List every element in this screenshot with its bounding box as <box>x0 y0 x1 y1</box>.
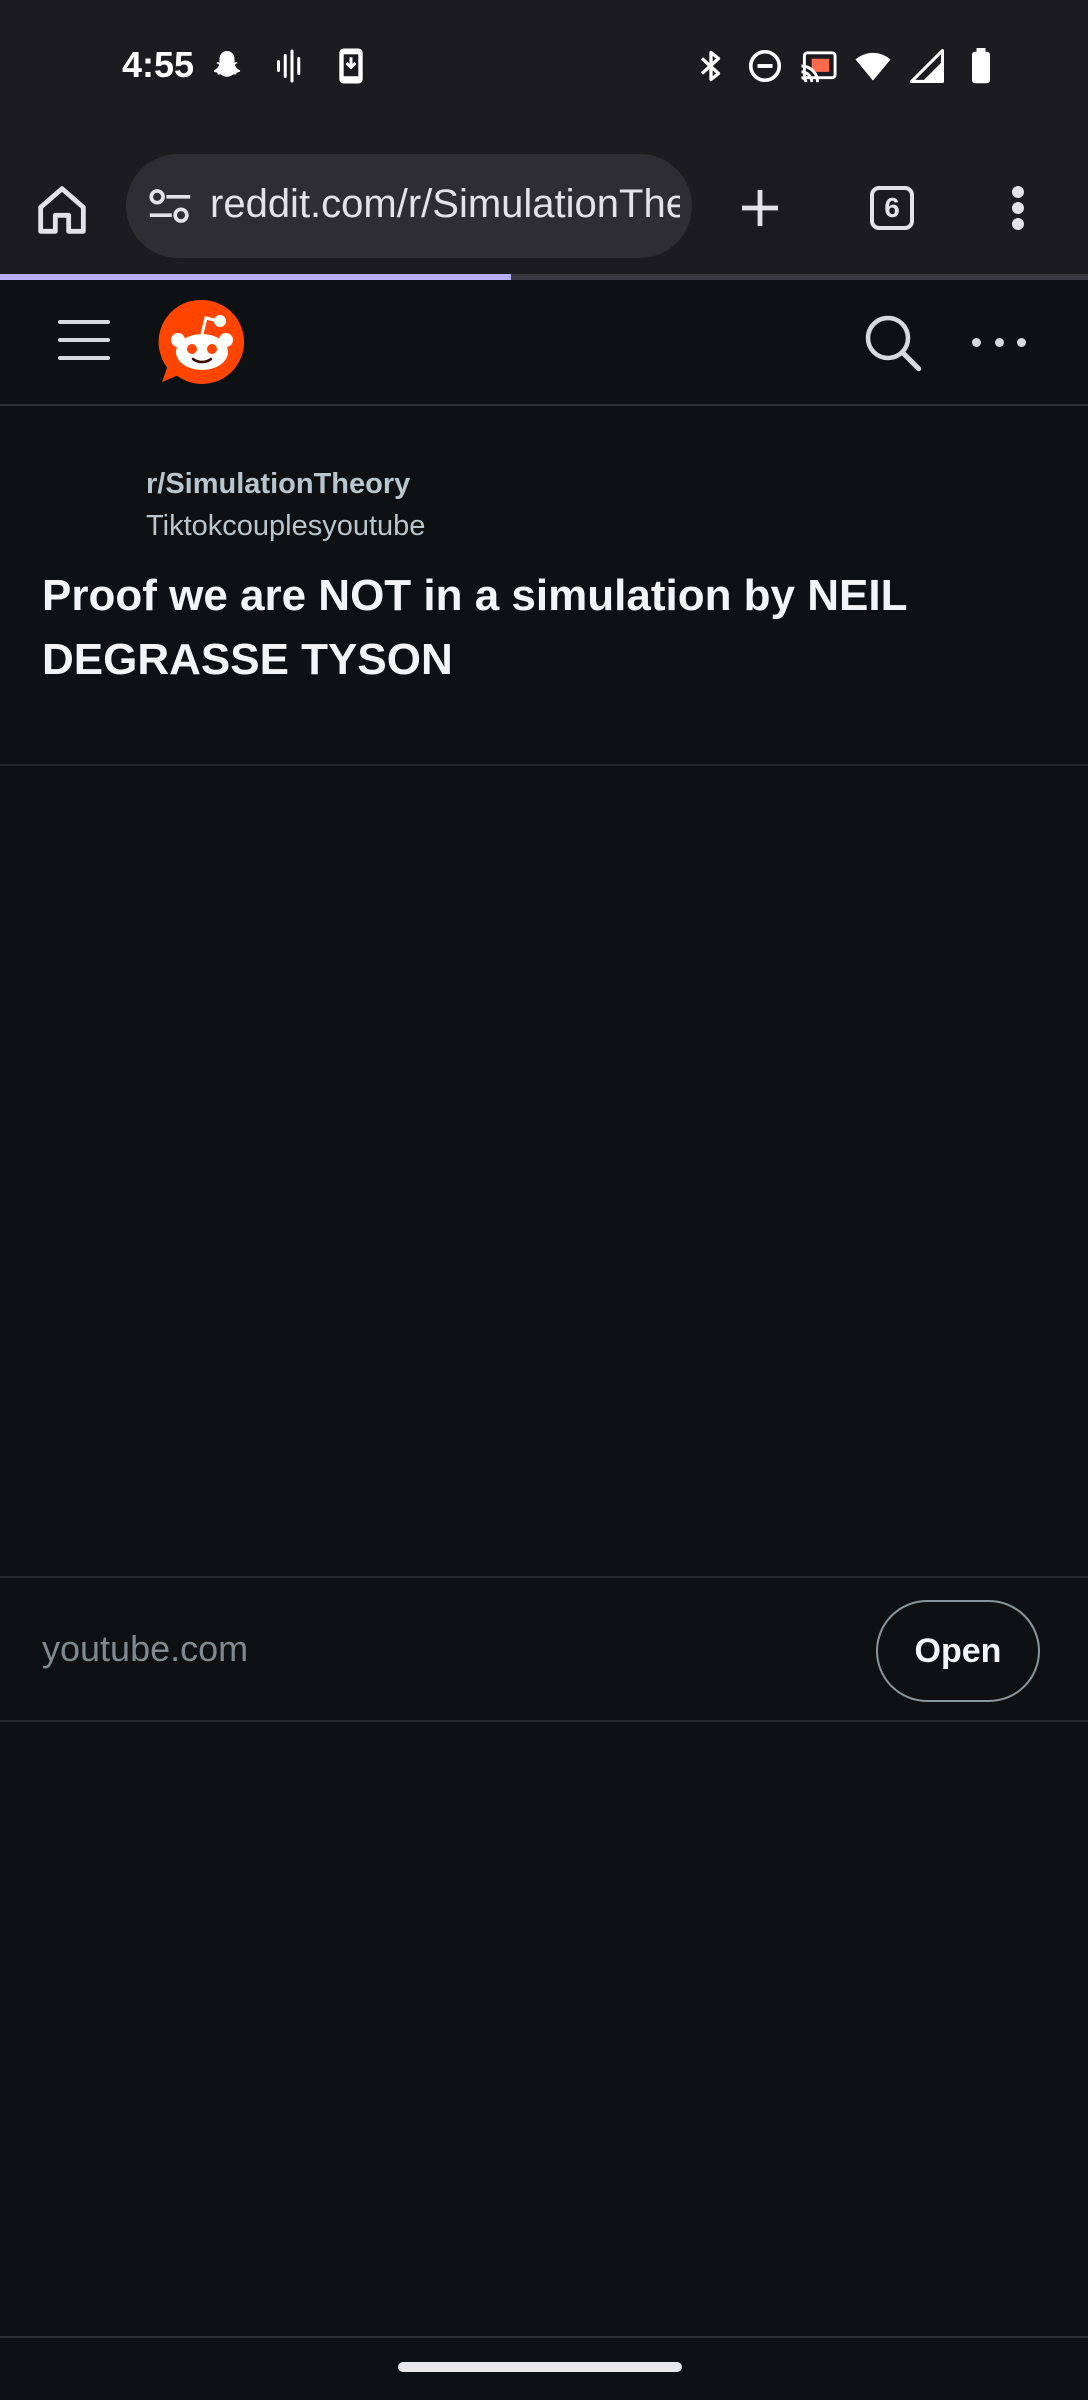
open-button[interactable]: Open <box>876 1600 1040 1702</box>
url-text[interactable]: reddit.com/r/SimulationTheory <box>210 182 680 227</box>
address-bar[interactable]: reddit.com/r/SimulationTheory <box>126 154 692 258</box>
subreddit-link[interactable]: r/SimulationTheory <box>146 468 410 501</box>
menu-icon[interactable] <box>986 176 1050 240</box>
browser-toolbar: reddit.com/r/SimulationTheory 6 <box>0 140 1088 276</box>
post-header: r/SimulationTheory Tiktokcouplesyoutube … <box>0 406 1088 766</box>
site-settings-icon[interactable] <box>146 184 194 228</box>
battery-icon <box>962 47 1000 85</box>
divider <box>0 2336 1088 2338</box>
reddit-logo[interactable] <box>156 296 248 388</box>
wifi-icon <box>854 47 892 85</box>
voice-icon <box>270 47 308 85</box>
tab-switcher-icon[interactable]: 6 <box>860 176 924 240</box>
do-not-disturb-icon <box>746 47 784 85</box>
gesture-bar[interactable] <box>398 2362 682 2372</box>
reddit-header <box>0 280 1088 406</box>
post-author[interactable]: Tiktokcouplesyoutube <box>146 510 425 543</box>
status-time: 4:55 <box>122 44 195 85</box>
signal-icon <box>908 47 946 85</box>
home-icon[interactable] <box>30 178 94 242</box>
video-embed[interactable] <box>0 766 1088 1576</box>
link-bar: youtube.com Open <box>0 1576 1088 1722</box>
post-title: Proof we are NOT in a simulation by NEIL… <box>42 571 907 684</box>
snapchat-icon <box>208 47 246 85</box>
hamburger-menu-icon[interactable] <box>58 320 110 364</box>
tab-count: 6 <box>870 186 914 230</box>
search-icon[interactable] <box>860 310 924 374</box>
bluetooth-icon <box>692 47 730 85</box>
download-icon <box>332 47 370 85</box>
link-domain[interactable]: youtube.com <box>42 1628 248 1670</box>
more-icon[interactable] <box>972 310 1026 374</box>
new-tab-icon[interactable] <box>728 176 792 240</box>
status-bar: 4:55 <box>0 0 1088 140</box>
cast-icon <box>800 47 838 85</box>
